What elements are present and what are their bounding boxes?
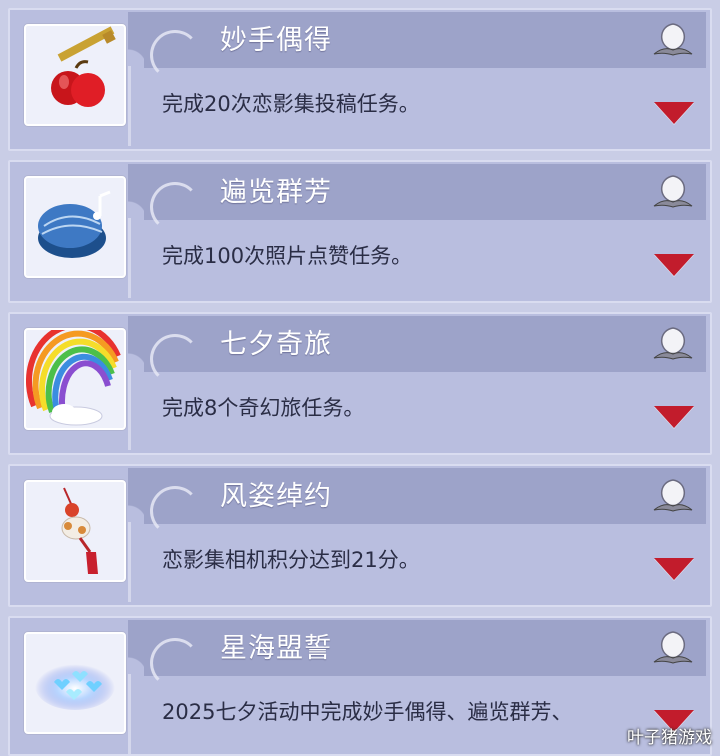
- peach-reward-icon: [653, 479, 693, 512]
- blue-shell-icon: [24, 176, 126, 278]
- achievement-description: 完成20次恋影集投稿任务。: [162, 92, 420, 116]
- peach-reward-icon: [653, 327, 693, 360]
- achievement-card[interactable]: 星海盟誓 2025七夕活动中完成妙手偶得、遍览群芳、: [8, 616, 712, 756]
- apple-hairpin-icon: [24, 24, 126, 126]
- achievement-title: 遍览群芳: [220, 177, 332, 208]
- decorative-line: [128, 66, 153, 146]
- decorative-swirl: [150, 182, 200, 232]
- decorative-swirl: [150, 30, 200, 80]
- achievement-title: 妙手偶得: [220, 25, 332, 56]
- achievement-card[interactable]: 风姿绰约 恋影集相机积分达到21分。: [8, 464, 712, 607]
- heart-stars-icon: [24, 632, 126, 734]
- achievement-title: 风姿绰约: [220, 481, 332, 512]
- decorative-line: [128, 370, 153, 450]
- expand-arrow-icon[interactable]: [654, 254, 694, 276]
- decorative-line: [128, 522, 153, 602]
- achievement-description: 完成100次照片点赞任务。: [162, 244, 413, 268]
- decorative-swirl: [150, 334, 200, 384]
- decorative-line: [128, 218, 153, 298]
- peach-reward-icon: [653, 631, 693, 664]
- expand-arrow-icon[interactable]: [654, 406, 694, 428]
- achievement-title: 七夕奇旅: [220, 329, 332, 360]
- peach-reward-icon: [653, 23, 693, 56]
- expand-arrow-icon[interactable]: [654, 558, 694, 580]
- decorative-swirl: [150, 486, 200, 536]
- achievement-description: 2025七夕活动中完成妙手偶得、遍览群芳、: [162, 700, 573, 724]
- expand-arrow-icon[interactable]: [654, 102, 694, 124]
- achievement-card[interactable]: 妙手偶得 完成20次恋影集投稿任务。: [8, 8, 712, 151]
- peach-reward-icon: [653, 175, 693, 208]
- watermark: 叶子猪游戏: [627, 728, 712, 748]
- achievement-card[interactable]: 七夕奇旅 完成8个奇幻旅任务。: [8, 312, 712, 455]
- rainbow-icon: [24, 328, 126, 430]
- decorative-swirl: [150, 638, 200, 688]
- tassel-ornament-icon: [24, 480, 126, 582]
- achievement-title: 星海盟誓: [220, 633, 332, 664]
- achievement-description: 完成8个奇幻旅任务。: [162, 396, 365, 420]
- decorative-line: [128, 674, 153, 754]
- achievement-description: 恋影集相机积分达到21分。: [162, 548, 420, 572]
- achievement-card[interactable]: 遍览群芳 完成100次照片点赞任务。: [8, 160, 712, 303]
